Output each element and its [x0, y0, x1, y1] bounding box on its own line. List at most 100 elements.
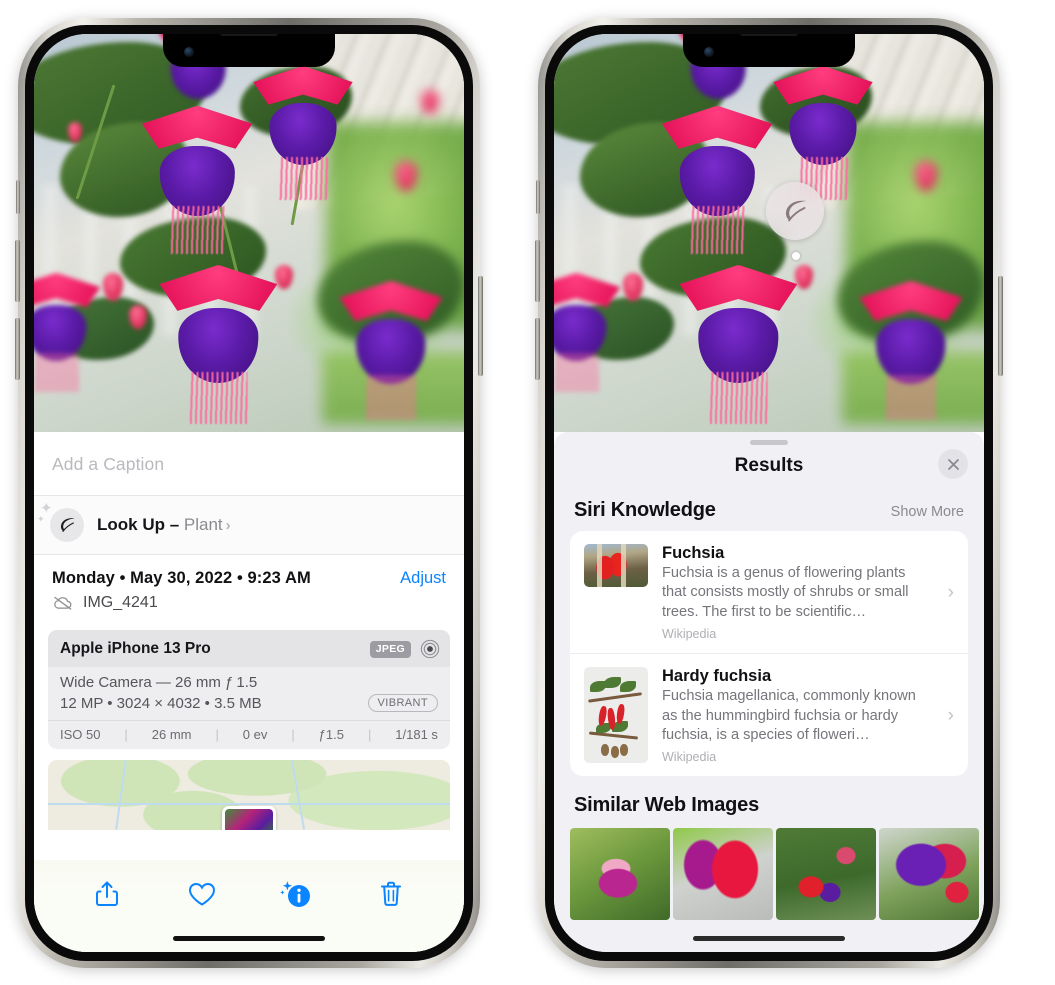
- knowledge-item-description: Fuchsia is a genus of flowering plants t…: [662, 565, 909, 620]
- phone-left-body: Add a Caption ✦ ✦ Look Up – Plant › Mond…: [25, 25, 473, 961]
- knowledge-thumbnail: [584, 544, 648, 587]
- power-button[interactable]: [998, 276, 1003, 376]
- show-more-button[interactable]: Show More: [891, 504, 964, 520]
- photo-viewer[interactable]: [34, 34, 464, 432]
- notch: [683, 34, 855, 67]
- cloud-slash-icon: [54, 596, 72, 610]
- volume-down-button[interactable]: [15, 318, 20, 380]
- photo-viewer[interactable]: [554, 34, 984, 432]
- visual-lookup-anchor-dot: [792, 252, 800, 260]
- exif-stats-row: ISO 50 | 26 mm | 0 ev | ƒ1.5 | 1/181 s: [48, 720, 450, 749]
- look-up-row[interactable]: ✦ ✦ Look Up – Plant ›: [34, 496, 464, 555]
- raw-ring-icon[interactable]: [420, 639, 440, 659]
- volume-up-button[interactable]: [535, 240, 540, 302]
- sheet-header: Results: [554, 445, 984, 481]
- delete-button[interactable]: [368, 874, 414, 914]
- look-up-dash: –: [165, 515, 184, 534]
- photo-bud: [274, 264, 293, 289]
- photo-flower: [335, 280, 447, 420]
- web-image-1[interactable]: [570, 828, 670, 921]
- capture-date: Monday • May 30, 2022 • 9:23 AM: [52, 569, 311, 587]
- exif-focal: 26 mm: [151, 727, 192, 742]
- exif-header: Apple iPhone 13 Pro JPEG: [48, 630, 450, 667]
- photo-bud: [128, 304, 147, 329]
- look-up-label: Look Up – Plant ›: [97, 515, 231, 535]
- earpiece-speaker: [740, 34, 798, 36]
- knowledge-item-title: Hardy fuchsia: [662, 667, 772, 686]
- web-image-2[interactable]: [673, 828, 773, 921]
- close-icon: [947, 458, 959, 470]
- home-indicator[interactable]: [173, 936, 325, 941]
- photo-flower: [674, 264, 802, 424]
- map-photo-pin[interactable]: [222, 806, 276, 830]
- location-map[interactable]: [48, 760, 450, 830]
- caption-placeholder: Add a Caption: [52, 454, 165, 474]
- photo-bud: [794, 264, 813, 289]
- phone-left-screen: Add a Caption ✦ ✦ Look Up – Plant › Mond…: [34, 34, 464, 952]
- photo-flower: [657, 105, 777, 255]
- info-button[interactable]: [273, 874, 319, 914]
- photo-flower: [34, 272, 104, 392]
- similar-web-images-header: Similar Web Images: [554, 776, 984, 826]
- heart-icon: [188, 882, 215, 906]
- chevron-right-icon: ›: [947, 581, 954, 603]
- section-title: Siri Knowledge: [574, 499, 716, 521]
- volume-down-button[interactable]: [535, 318, 540, 380]
- share-button[interactable]: [84, 874, 130, 914]
- similar-web-images-strip[interactable]: [554, 828, 984, 921]
- photographic-style-badge: VIBRANT: [367, 694, 438, 712]
- knowledge-item-title: Fuchsia: [662, 544, 725, 562]
- web-image-4[interactable]: [879, 828, 979, 921]
- phone-right: Results Siri Knowledge Show More Fuchsia…: [535, 18, 1003, 968]
- favorite-button[interactable]: [179, 874, 225, 914]
- exif-body: Wide Camera — 26 mm ƒ 1.5 12 MP • 3024 ×…: [48, 667, 450, 720]
- share-icon: [96, 881, 119, 906]
- knowledge-item-description: Fuchsia magellanica, commonly known as t…: [662, 688, 916, 744]
- leaf-icon: ✦ ✦: [37, 501, 84, 542]
- web-image-3[interactable]: [776, 828, 876, 921]
- camera-device: Apple iPhone 13 Pro: [60, 640, 211, 657]
- exif-shutter: 1/181 s: [395, 727, 438, 742]
- photo-metadata: Monday • May 30, 2022 • 9:23 AM Adjust I…: [34, 555, 464, 620]
- map-road: [291, 760, 306, 830]
- phone-left: Add a Caption ✦ ✦ Look Up – Plant › Mond…: [15, 18, 483, 968]
- mute-switch[interactable]: [536, 180, 540, 214]
- exif-exposure: 0 ev: [242, 727, 268, 742]
- volume-up-button[interactable]: [15, 240, 20, 302]
- photo-flower: [249, 65, 357, 200]
- photo-bud: [622, 272, 643, 301]
- exif-divider: |: [291, 727, 295, 742]
- siri-knowledge-card: Fuchsia Fuchsia is a genus of flowering …: [570, 531, 968, 777]
- lens-info: Wide Camera — 26 mm ƒ 1.5: [60, 674, 258, 691]
- info-sparkle-icon: [280, 881, 311, 907]
- exif-divider: |: [215, 727, 219, 742]
- photo-flower: [137, 105, 257, 255]
- exif-divider: |: [367, 727, 372, 742]
- mute-switch[interactable]: [16, 180, 20, 214]
- knowledge-item[interactable]: Hardy fuchsia Fuchsia magellanica, commo…: [570, 653, 968, 776]
- power-button[interactable]: [478, 276, 483, 376]
- filename-row: IMG_4241: [52, 594, 446, 612]
- knowledge-item-text: Fuchsia Fuchsia is a genus of flowering …: [662, 544, 932, 641]
- caption-field[interactable]: Add a Caption: [34, 432, 464, 496]
- sparkle-icon: ✦: [37, 514, 45, 524]
- chevron-right-icon: ›: [947, 704, 954, 726]
- siri-knowledge-header: Siri Knowledge Show More: [554, 481, 984, 531]
- photo-flower: [554, 272, 624, 392]
- knowledge-item[interactable]: Fuchsia Fuchsia is a genus of flowering …: [570, 531, 968, 653]
- filename: IMG_4241: [83, 594, 158, 611]
- knowledge-item-text: Hardy fuchsia Fuchsia magellanica, commo…: [662, 667, 932, 764]
- results-sheet: Results Siri Knowledge Show More Fuchsia…: [554, 432, 984, 952]
- visual-lookup-badge[interactable]: [766, 182, 824, 240]
- knowledge-item-source: Wikipedia: [662, 627, 717, 642]
- phone-right-screen: Results Siri Knowledge Show More Fuchsia…: [554, 34, 984, 952]
- home-indicator[interactable]: [693, 936, 845, 941]
- sheet-title: Results: [734, 455, 804, 476]
- photo-flower: [855, 280, 967, 420]
- close-button[interactable]: [938, 449, 968, 479]
- photo-toolbar: [34, 860, 464, 952]
- leaf-icon: [785, 200, 807, 222]
- adjust-button[interactable]: Adjust: [400, 569, 446, 588]
- knowledge-thumbnail: [584, 667, 648, 764]
- knowledge-item-source: Wikipedia: [662, 750, 717, 765]
